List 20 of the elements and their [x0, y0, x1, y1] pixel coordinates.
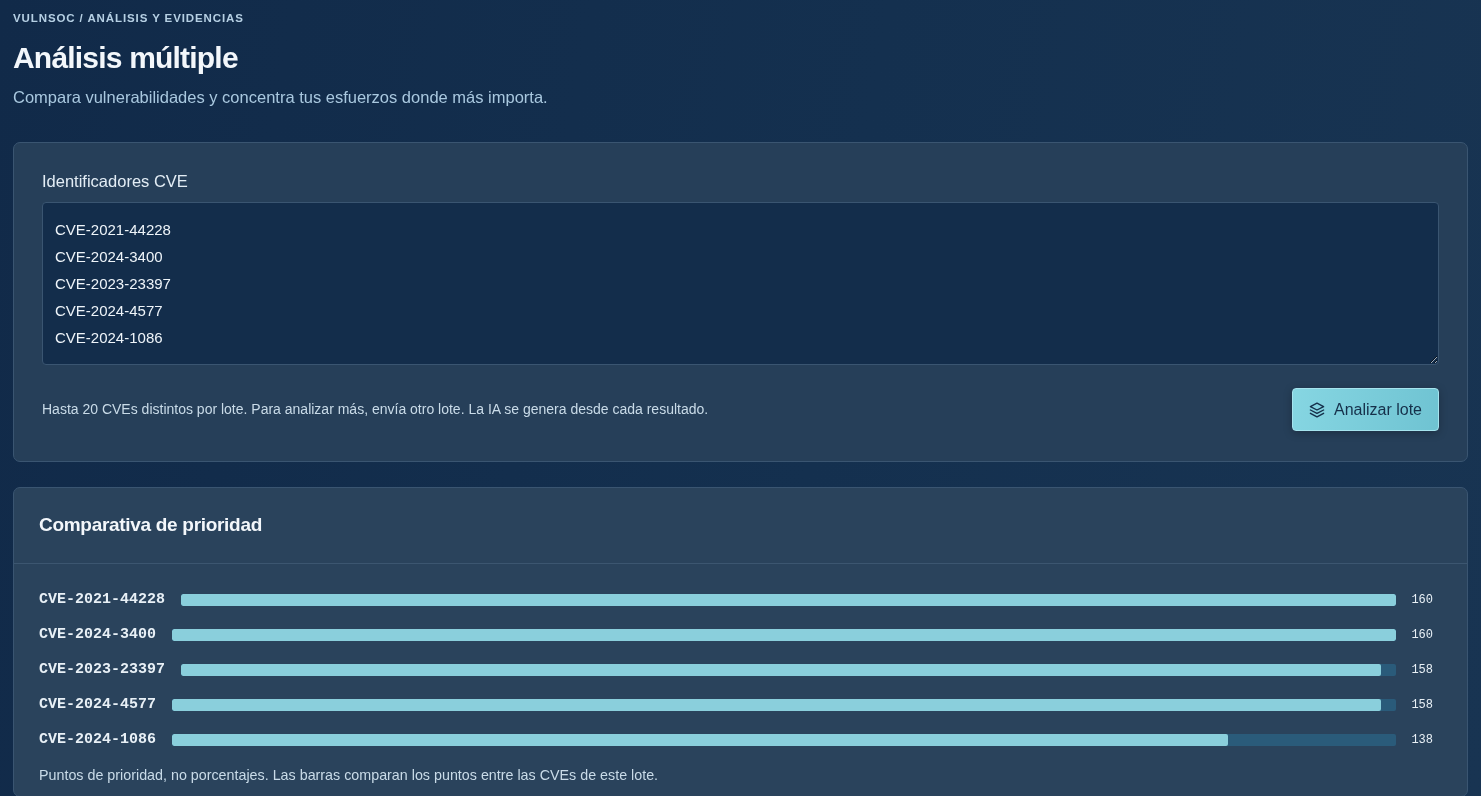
cve-label: CVE-2024-4577	[39, 694, 157, 715]
cve-label: CVE-2024-3400	[39, 624, 157, 645]
points-value: 160	[1410, 627, 1433, 644]
hint-text: Hasta 20 CVEs distintos por lote. Para analizar más, envía otro lote. La IA se genera desde cada resultado.	[42, 400, 709, 419]
breadcrumb: VULNSOC / ANÁLISIS Y EVIDENCIAS	[13, 11, 245, 26]
page-subtitle: Compara vulnerabilidades y concentra tus esfuerzos donde más importa.	[13, 87, 549, 108]
panel-title: Comparativa de prioridad	[39, 513, 263, 537]
points-value: 138	[1410, 732, 1433, 749]
field-label: Identificadores CVE	[42, 171, 189, 191]
page-title: Análisis múltiple	[13, 40, 239, 76]
cve-label: CVE-2021-44228	[39, 589, 166, 610]
cve-label: CVE-2024-1086	[39, 729, 157, 750]
cve-input-field[interactable]: CVE-2021-44228 CVE-2024-3400 CVE-2023-23397 CVE-2024-4577 CVE-2024-1086	[42, 202, 1439, 365]
footnote-text: Puntos de prioridad, no porcentajes. Las barras comparan los puntos entre las CVEs de este lote.	[39, 766, 660, 785]
cve-label: CVE-2023-23397	[39, 659, 166, 680]
points-value: 160	[1410, 592, 1433, 609]
layers-icon	[1308, 401, 1325, 418]
points-value: 158	[1410, 662, 1433, 679]
points-value: 158	[1410, 697, 1433, 714]
analyze-button[interactable]: Analizar lote	[1291, 388, 1439, 431]
